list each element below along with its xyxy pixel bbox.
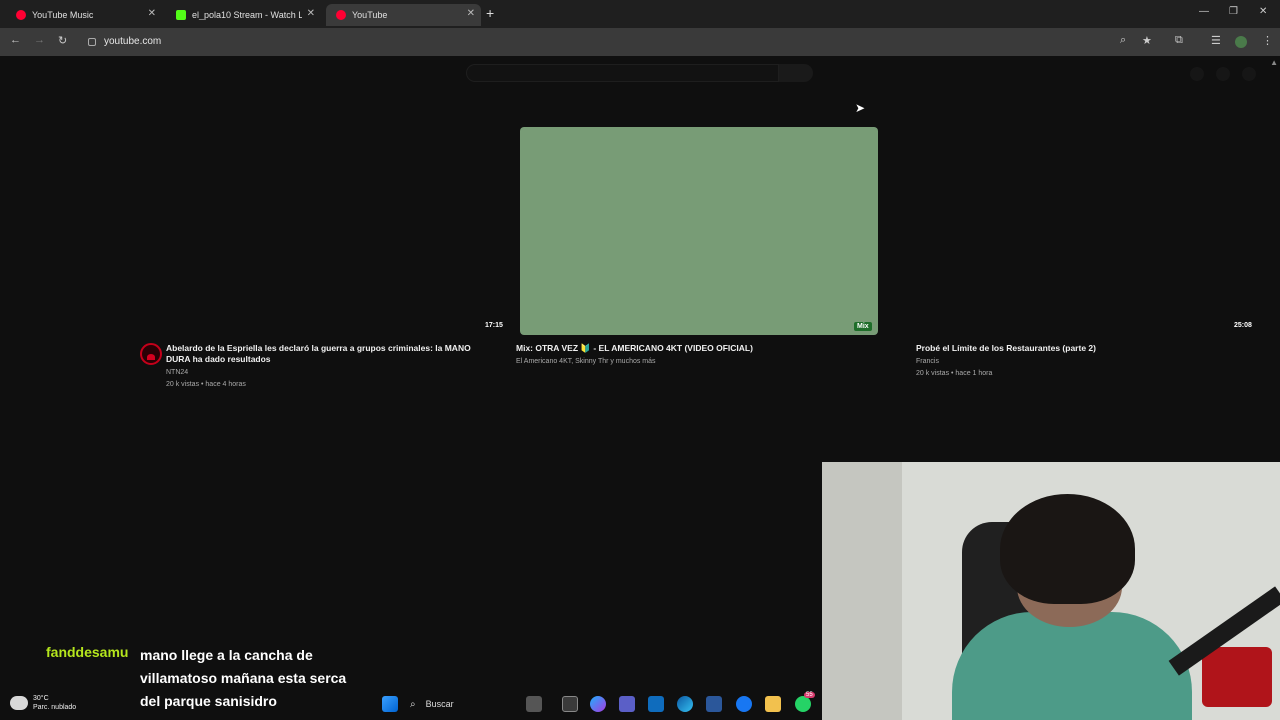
video-title[interactable]: Abelardo de la Espriella les declaró la … <box>166 343 496 365</box>
word-icon[interactable] <box>706 696 722 712</box>
menu-icon[interactable]: ⋮ <box>1262 34 1273 47</box>
address-bar-row: ← → ↻ youtube.com ⌕ ★ ⧉ ☰ ⋮ <box>0 28 1280 56</box>
url-text: youtube.com <box>104 36 162 47</box>
teams-icon[interactable] <box>619 696 635 712</box>
back-icon[interactable]: ← <box>10 34 21 46</box>
tab-kick-stream[interactable]: el_pola10 Stream - Watch Live ✕ <box>166 4 321 26</box>
taskbar-search-label: Buscar <box>425 699 454 709</box>
notification-badge: 55 <box>804 692 815 698</box>
mix-badge: Mix <box>854 322 872 331</box>
mail-icon[interactable] <box>648 696 664 712</box>
taskbar-search[interactable]: ⌕ Buscar <box>410 696 510 712</box>
video-stats: 20 k vistas • hace 4 horas <box>166 381 246 388</box>
browser-tab-bar: YouTube Music ✕ el_pola10 Stream - Watch… <box>0 0 1280 28</box>
video-card[interactable]: Mix: OTRA VEZ 🔰 - EL AMERICANO 4KT (VIDE… <box>516 343 876 367</box>
cloud-sun-icon <box>7 692 28 710</box>
close-icon[interactable]: ✕ <box>307 8 315 19</box>
tab-youtube[interactable]: YouTube ✕ <box>326 4 481 26</box>
temperature: 30°C <box>33 695 49 702</box>
streamer-shirt <box>952 612 1192 720</box>
reading-list-icon[interactable]: ☰ <box>1211 34 1221 47</box>
facebook-icon[interactable] <box>736 696 752 712</box>
duration-badge: 17:15 <box>485 322 503 329</box>
bookmark-star-icon[interactable]: ★ <box>1142 34 1152 47</box>
close-icon[interactable]: ✕ <box>467 8 475 19</box>
duration-badge: 25:08 <box>1234 322 1252 329</box>
channel-avatar[interactable] <box>140 343 162 365</box>
minimize-icon[interactable]: — <box>1199 6 1209 17</box>
weather-widget[interactable]: 30°C Parc. nublado <box>7 692 77 712</box>
edge-icon[interactable] <box>677 696 693 712</box>
channel-name[interactable]: El Americano 4KT, Skinny Thr y muchos má… <box>516 356 876 367</box>
chat-message: mano llege a la cancha de villamatoso ma… <box>140 647 347 709</box>
scroll-up-arrow[interactable]: ▲ <box>1270 58 1278 67</box>
restore-icon[interactable]: ❐ <box>1229 6 1238 17</box>
tab-title: YouTube Music <box>32 10 94 20</box>
site-info-icon[interactable] <box>88 37 96 46</box>
channel-name[interactable]: Francis <box>916 356 1246 367</box>
video-title[interactable]: Mix: OTRA VEZ 🔰 - EL AMERICANO 4KT (VIDE… <box>516 343 876 354</box>
forward-icon[interactable]: → <box>34 34 45 46</box>
account-avatar[interactable] <box>1242 67 1256 81</box>
streamer-hair <box>1000 494 1135 604</box>
video-card[interactable]: Abelardo de la Espriella les declaró la … <box>166 343 496 390</box>
chat-username: fanddesamu <box>46 644 129 660</box>
windows-start-icon[interactable] <box>382 696 398 712</box>
search-button[interactable] <box>779 64 813 82</box>
copilot-icon[interactable] <box>590 696 606 712</box>
mouse-cursor-icon: ➤ <box>855 101 866 115</box>
channel-name[interactable]: NTN24 <box>166 367 496 378</box>
new-tab-button[interactable]: + <box>486 5 494 21</box>
url-field[interactable]: youtube.com <box>88 36 161 47</box>
reload-icon[interactable]: ↻ <box>58 34 67 47</box>
tab-youtube-music[interactable]: YouTube Music ✕ <box>6 4 162 26</box>
zoom-icon[interactable]: ⌕ <box>1120 34 1126 47</box>
red-object <box>1202 647 1272 707</box>
search-input[interactable] <box>466 64 779 82</box>
webcam-overlay <box>822 462 1280 720</box>
youtube-icon <box>336 10 346 20</box>
profile-avatar[interactable] <box>1235 36 1247 48</box>
notifications-icon[interactable] <box>1216 67 1230 81</box>
youtube-music-icon <box>16 10 26 20</box>
task-view-icon[interactable] <box>562 696 578 712</box>
tab-title: el_pola10 Stream - Watch Live <box>192 10 302 20</box>
tab-title: YouTube <box>352 10 388 20</box>
extensions-icon[interactable]: ⧉ <box>1175 34 1183 47</box>
file-explorer-icon[interactable] <box>765 696 781 712</box>
widgets-icon[interactable] <box>526 696 542 712</box>
video-stats: 20 k vistas • hace 1 hora <box>916 370 993 377</box>
close-icon[interactable]: ✕ <box>148 8 156 19</box>
window-close-icon[interactable]: ✕ <box>1259 6 1267 17</box>
whatsapp-icon[interactable] <box>795 696 811 712</box>
search-icon: ⌕ <box>410 698 416 710</box>
video-title[interactable]: Probé el Límite de los Restaurantes (par… <box>916 343 1246 354</box>
weather-condition: Parc. nublado <box>33 704 77 711</box>
create-icon[interactable] <box>1190 67 1204 81</box>
video-card[interactable]: Probé el Límite de los Restaurantes (par… <box>916 343 1246 379</box>
video-thumbnail[interactable] <box>520 127 878 335</box>
kick-icon <box>176 10 186 20</box>
